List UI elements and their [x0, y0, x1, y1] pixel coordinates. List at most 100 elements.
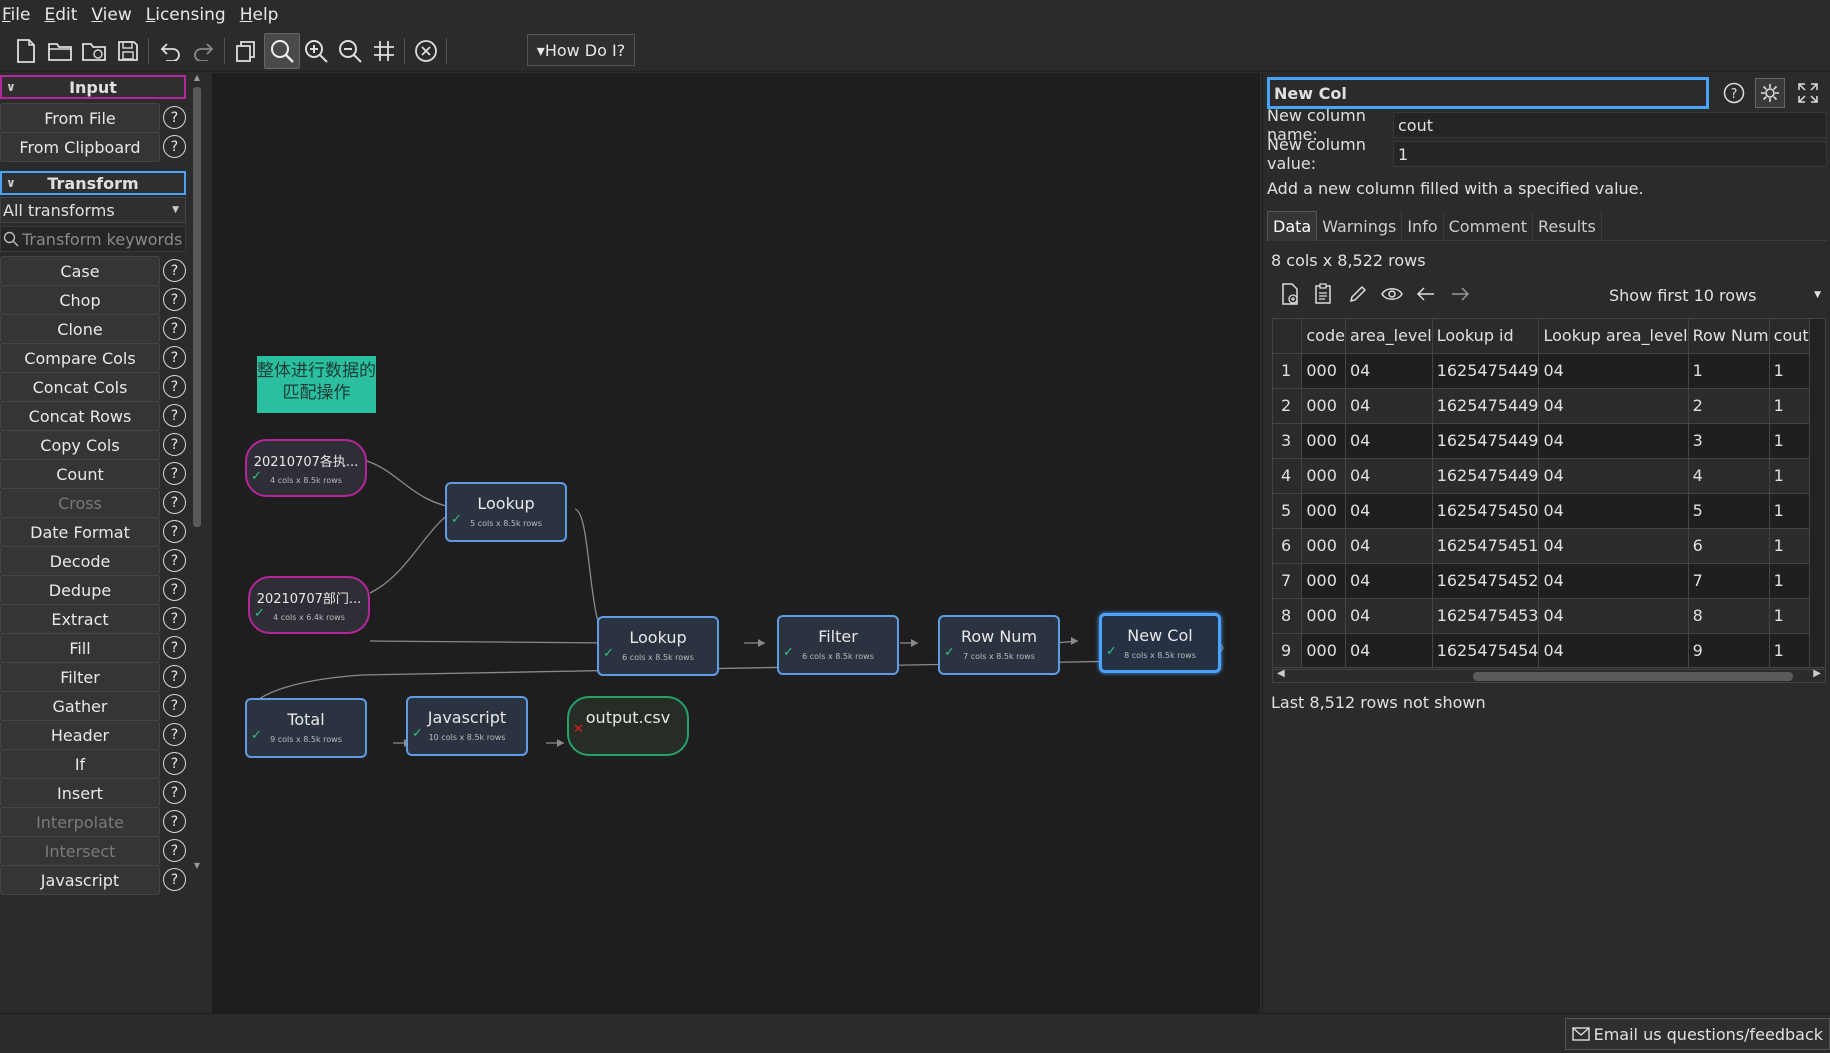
- help-icon[interactable]: ?: [1719, 78, 1749, 108]
- scroll-down-icon[interactable]: ▼: [192, 861, 202, 870]
- workflow-canvas[interactable]: 整体进行数据的匹配操作 20210707各执... 4 cols x 8.5k …: [212, 73, 1260, 1013]
- tab-warnings[interactable]: Warnings: [1317, 211, 1403, 241]
- input-node-1[interactable]: 20210707各执... 4 cols x 8.5k rows ✓: [245, 439, 367, 497]
- tab-data[interactable]: Data: [1267, 211, 1318, 241]
- column-header[interactable]: Lookup area_level: [1538, 319, 1689, 354]
- table-row[interactable]: 5 000 04 1625475450 04 5 1: [1273, 493, 1810, 529]
- table-row[interactable]: 2 000 04 1625475449 04 2 1: [1273, 388, 1810, 424]
- from-clipboard-button[interactable]: From Clipboard: [0, 132, 160, 162]
- scroll-left-icon[interactable]: ◀: [1277, 668, 1285, 679]
- transform-chop-button[interactable]: Chop: [0, 285, 160, 315]
- help-icon[interactable]: ?: [163, 317, 186, 340]
- help-icon[interactable]: ?: [163, 135, 186, 158]
- arrow-left-icon[interactable]: [1413, 281, 1439, 307]
- table-row[interactable]: 9 000 04 1625475454 04 9 1: [1273, 633, 1810, 667]
- column-header[interactable]: Lookup id: [1432, 319, 1540, 354]
- transform-header-button[interactable]: Header: [0, 720, 160, 750]
- transform-interpolate-button[interactable]: Interpolate: [0, 807, 160, 837]
- redo-icon[interactable]: [186, 33, 222, 69]
- transform-intersect-button[interactable]: Intersect: [0, 836, 160, 866]
- help-icon[interactable]: ?: [163, 288, 186, 311]
- table-row[interactable]: 3 000 04 1625475449 04 3 1: [1273, 423, 1810, 459]
- menu-file[interactable]: File: [2, 5, 30, 25]
- filter-node[interactable]: Filter 6 cols x 8.5k rows ✓: [777, 615, 899, 675]
- transform-clone-button[interactable]: Clone: [0, 314, 160, 344]
- scroll-up-icon[interactable]: ▲: [192, 73, 202, 82]
- lookup-node-2[interactable]: Lookup 6 cols x 8.5k rows ✓: [597, 616, 719, 676]
- help-icon[interactable]: ?: [163, 404, 186, 427]
- transform-insert-button[interactable]: Insert: [0, 778, 160, 808]
- node-name-field[interactable]: New Col: [1267, 77, 1709, 109]
- menu-help[interactable]: Help: [240, 5, 279, 25]
- cancel-circle-icon[interactable]: [408, 33, 444, 69]
- help-icon[interactable]: ?: [163, 781, 186, 804]
- from-file-button[interactable]: From File: [0, 103, 160, 133]
- menu-view[interactable]: View: [91, 5, 131, 25]
- help-icon[interactable]: ?: [163, 810, 186, 833]
- help-icon[interactable]: ?: [163, 346, 186, 369]
- transform-cross-button[interactable]: Cross: [0, 488, 160, 518]
- transform-date-format-button[interactable]: Date Format: [0, 517, 160, 547]
- new-col-node[interactable]: New Col 8 cols x 8.5k rows ✓: [1099, 613, 1221, 673]
- column-header[interactable]: code: [1301, 319, 1346, 354]
- help-icon[interactable]: ?: [163, 578, 186, 601]
- left-scrollbar[interactable]: ▲ ▼: [192, 73, 202, 1008]
- table-row[interactable]: 7 000 04 1625475452 04 7 1: [1273, 563, 1810, 599]
- open-folder-icon[interactable]: [42, 33, 78, 69]
- javascript-node[interactable]: Javascript 10 cols x 8.5k rows ✓: [406, 696, 528, 756]
- rows-shown-select[interactable]: Show first 10 rows ▼: [1605, 282, 1825, 308]
- transform-concat-rows-button[interactable]: Concat Rows: [0, 401, 160, 431]
- table-row[interactable]: 6 000 04 1625475451 04 6 1: [1273, 528, 1810, 564]
- help-icon[interactable]: ?: [163, 839, 186, 862]
- help-icon[interactable]: ?: [163, 723, 186, 746]
- transform-dedupe-button[interactable]: Dedupe: [0, 575, 160, 605]
- copy-clipboard-icon[interactable]: [1311, 281, 1337, 307]
- help-icon[interactable]: ?: [163, 694, 186, 717]
- duplicate-icon[interactable]: [228, 33, 264, 69]
- transform-fill-button[interactable]: Fill: [0, 633, 160, 663]
- how-do-i-button[interactable]: ▾How Do I?: [527, 34, 635, 66]
- menu-edit[interactable]: Edit: [44, 5, 77, 25]
- settings-gear-icon[interactable]: [1755, 78, 1785, 108]
- open-recent-icon[interactable]: [76, 33, 112, 69]
- row-num-node[interactable]: Row Num 7 cols x 8.5k rows ✓: [938, 615, 1060, 675]
- transform-gather-button[interactable]: Gather: [0, 691, 160, 721]
- transform-javascript-button[interactable]: Javascript: [0, 865, 160, 895]
- eye-icon[interactable]: [1379, 281, 1405, 307]
- table-row[interactable]: 4 000 04 1625475449 04 4 1: [1273, 458, 1810, 494]
- transform-category-select[interactable]: All transforms ▼: [0, 197, 186, 223]
- table-horizontal-scrollbar[interactable]: ◀ ▶: [1272, 668, 1826, 683]
- help-icon[interactable]: ?: [163, 868, 186, 891]
- help-icon[interactable]: ?: [163, 259, 186, 282]
- transform-filter-button[interactable]: Filter: [0, 662, 160, 692]
- column-header[interactable]: area_level: [1345, 319, 1433, 354]
- help-icon[interactable]: ?: [163, 607, 186, 630]
- transform-copy-cols-button[interactable]: Copy Cols: [0, 430, 160, 460]
- help-icon[interactable]: ?: [163, 491, 186, 514]
- feedback-button[interactable]: Email us questions/feedback: [1564, 1018, 1830, 1050]
- lookup-node-1[interactable]: Lookup 5 cols x 8.5k rows ✓: [445, 482, 567, 542]
- zoom-out-icon[interactable]: [332, 33, 368, 69]
- help-icon[interactable]: ?: [163, 462, 186, 485]
- edit-pencil-icon[interactable]: [1345, 281, 1371, 307]
- column-value-input[interactable]: 1: [1393, 141, 1827, 167]
- tab-results[interactable]: Results: [1533, 211, 1602, 241]
- save-icon[interactable]: [110, 33, 146, 69]
- transform-decode-button[interactable]: Decode: [0, 546, 160, 576]
- table-row[interactable]: 8 000 04 1625475453 04 8 1: [1273, 598, 1810, 634]
- column-header[interactable]: cout: [1769, 319, 1810, 354]
- maximize-icon[interactable]: [1793, 78, 1823, 108]
- scroll-thumb[interactable]: [193, 87, 201, 527]
- help-icon[interactable]: ?: [163, 106, 186, 129]
- output-node[interactable]: output.csv ✕: [567, 696, 689, 756]
- new-file-icon[interactable]: [8, 33, 44, 69]
- transform-section-header[interactable]: ∨ Transform: [0, 171, 186, 195]
- input-section-header[interactable]: ∨ Input: [0, 75, 186, 99]
- scroll-thumb[interactable]: [1473, 672, 1793, 681]
- help-icon[interactable]: ?: [163, 520, 186, 543]
- undo-icon[interactable]: [152, 33, 188, 69]
- help-icon[interactable]: ?: [163, 636, 186, 659]
- help-icon[interactable]: ?: [163, 752, 186, 775]
- column-header[interactable]: Row Num: [1688, 319, 1770, 354]
- arrow-right-icon[interactable]: [1447, 281, 1473, 307]
